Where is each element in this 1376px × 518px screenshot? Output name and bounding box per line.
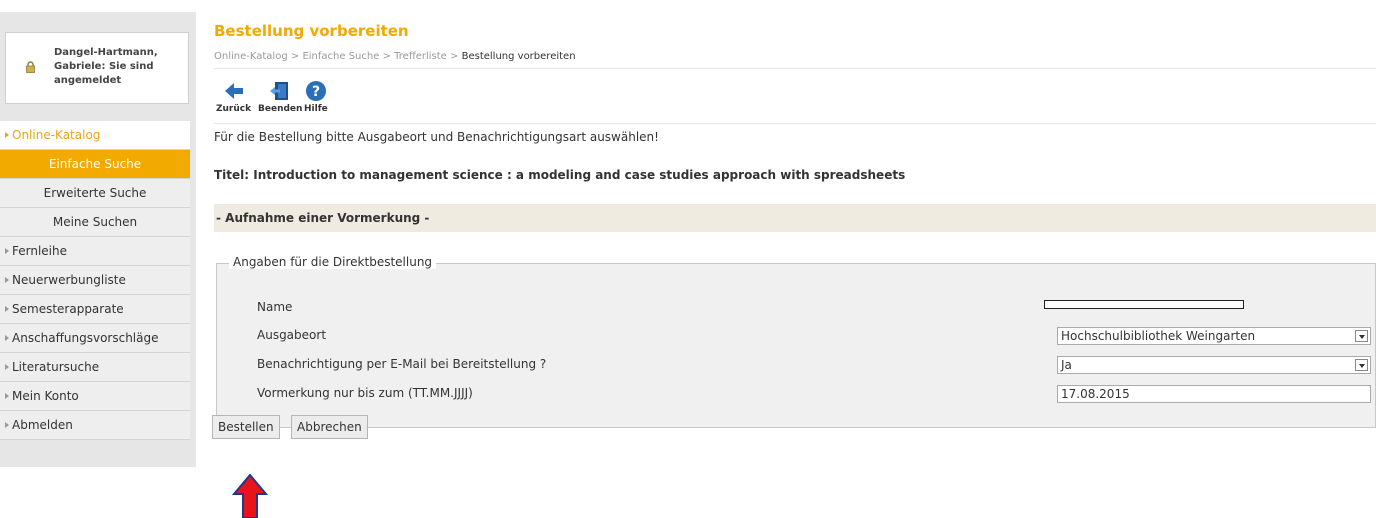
- sidebar-item-mein-konto[interactable]: Mein Konto: [0, 382, 190, 411]
- section-header: - Aufnahme einer Vormerkung -: [214, 204, 1376, 232]
- triangle-right-icon: [5, 306, 9, 312]
- svg-text:?: ?: [312, 84, 320, 100]
- item-title: Titel: Introduction to management scienc…: [214, 168, 906, 182]
- sidebar-item-online-katalog[interactable]: Online-Katalog: [0, 121, 190, 150]
- sidebar-item-erweiterte-suche[interactable]: Erweiterte Suche: [0, 179, 190, 208]
- breadcrumb: Online-Katalog > Einfache Suche > Treffe…: [214, 51, 1376, 69]
- sidebar-item-literatursuche[interactable]: Literatursuche: [0, 353, 190, 382]
- back-button[interactable]: Zurück: [216, 80, 251, 114]
- red-arrow-annotation-icon: [232, 474, 268, 518]
- breadcrumb-current: Bestellung vorbereiten: [461, 51, 576, 62]
- triangle-right-icon: [5, 422, 9, 428]
- sidebar-item-neuerwerbungliste[interactable]: Neuerwerbungliste: [0, 266, 190, 295]
- sidebar-item-anschaffungsvorschlaege[interactable]: Anschaffungsvorschläge: [0, 324, 190, 353]
- triangle-right-icon: [5, 393, 9, 399]
- pickup-location-select[interactable]: Hochschulbibliothek Weingarten: [1057, 327, 1371, 345]
- page-title: Bestellung vorbereiten: [214, 22, 409, 40]
- login-status-box: Dangel-Hartmann, Gabriele: Sie sind ange…: [5, 32, 189, 104]
- sidebar-nav: Online-Katalog Einfache Suche Erweiterte…: [0, 121, 190, 440]
- sidebar-item-einfache-suche[interactable]: Einfache Suche: [0, 150, 190, 179]
- pickup-label: Ausgabeort: [257, 328, 327, 342]
- help-question-icon: ?: [305, 81, 326, 101]
- name-label: Name: [257, 300, 293, 314]
- breadcrumb-online-katalog[interactable]: Online-Katalog: [214, 51, 288, 62]
- breadcrumb-trefferliste[interactable]: Trefferliste: [394, 51, 447, 62]
- sidebar-item-semesterapparate[interactable]: Semesterapparate: [0, 295, 190, 324]
- main-content: Bestellung vorbereiten Online-Katalog > …: [214, 22, 1376, 428]
- triangle-right-icon: [5, 335, 9, 341]
- notify-email-select[interactable]: Ja: [1057, 356, 1371, 374]
- direct-order-fieldset: Angaben für die Direktbestellung Name Au…: [216, 255, 1376, 428]
- chevron-down-icon: [1355, 330, 1368, 342]
- notify-label: Benachrichtigung per E-Mail bei Bereitst…: [257, 357, 547, 371]
- triangle-right-icon: [5, 364, 9, 370]
- lock-icon: [26, 61, 35, 73]
- toolbar: Zurück Beenden ? Hilfe: [214, 78, 1376, 124]
- fieldset-legend: Angaben für die Direktbestellung: [229, 255, 437, 269]
- breadcrumb-separator: >: [450, 51, 459, 62]
- chevron-down-icon: [1355, 359, 1368, 371]
- exit-button[interactable]: Beenden: [258, 80, 302, 114]
- login-status-text: Dangel-Hartmann, Gabriele: Sie sind ange…: [54, 47, 158, 86]
- sidebar-item-fernleihe[interactable]: Fernleihe: [0, 237, 190, 266]
- exit-door-icon: [270, 82, 289, 100]
- help-button[interactable]: ? Hilfe: [304, 80, 328, 114]
- reserve-until-input[interactable]: 17.08.2015: [1057, 385, 1371, 403]
- triangle-right-icon: [5, 132, 9, 138]
- sidebar-item-abmelden[interactable]: Abmelden: [0, 411, 190, 440]
- triangle-right-icon: [5, 248, 9, 254]
- cancel-button[interactable]: Abbrechen: [291, 415, 368, 439]
- sidebar-item-meine-suchen[interactable]: Meine Suchen: [0, 208, 190, 237]
- triangle-right-icon: [5, 277, 9, 283]
- order-button[interactable]: Bestellen: [212, 415, 280, 439]
- breadcrumb-separator: >: [382, 51, 391, 62]
- reserve-until-label: Vormerkung nur bis zum (TT.MM.JJJJ): [257, 386, 473, 400]
- sidebar: Dangel-Hartmann, Gabriele: Sie sind ange…: [0, 0, 198, 518]
- instruction-text: Für die Bestellung bitte Ausgabeort und …: [214, 130, 659, 144]
- breadcrumb-separator: >: [290, 51, 300, 62]
- breadcrumb-einfache-suche[interactable]: Einfache Suche: [302, 51, 379, 62]
- name-value-redacted: [1044, 300, 1244, 309]
- back-arrow-icon: [224, 83, 243, 99]
